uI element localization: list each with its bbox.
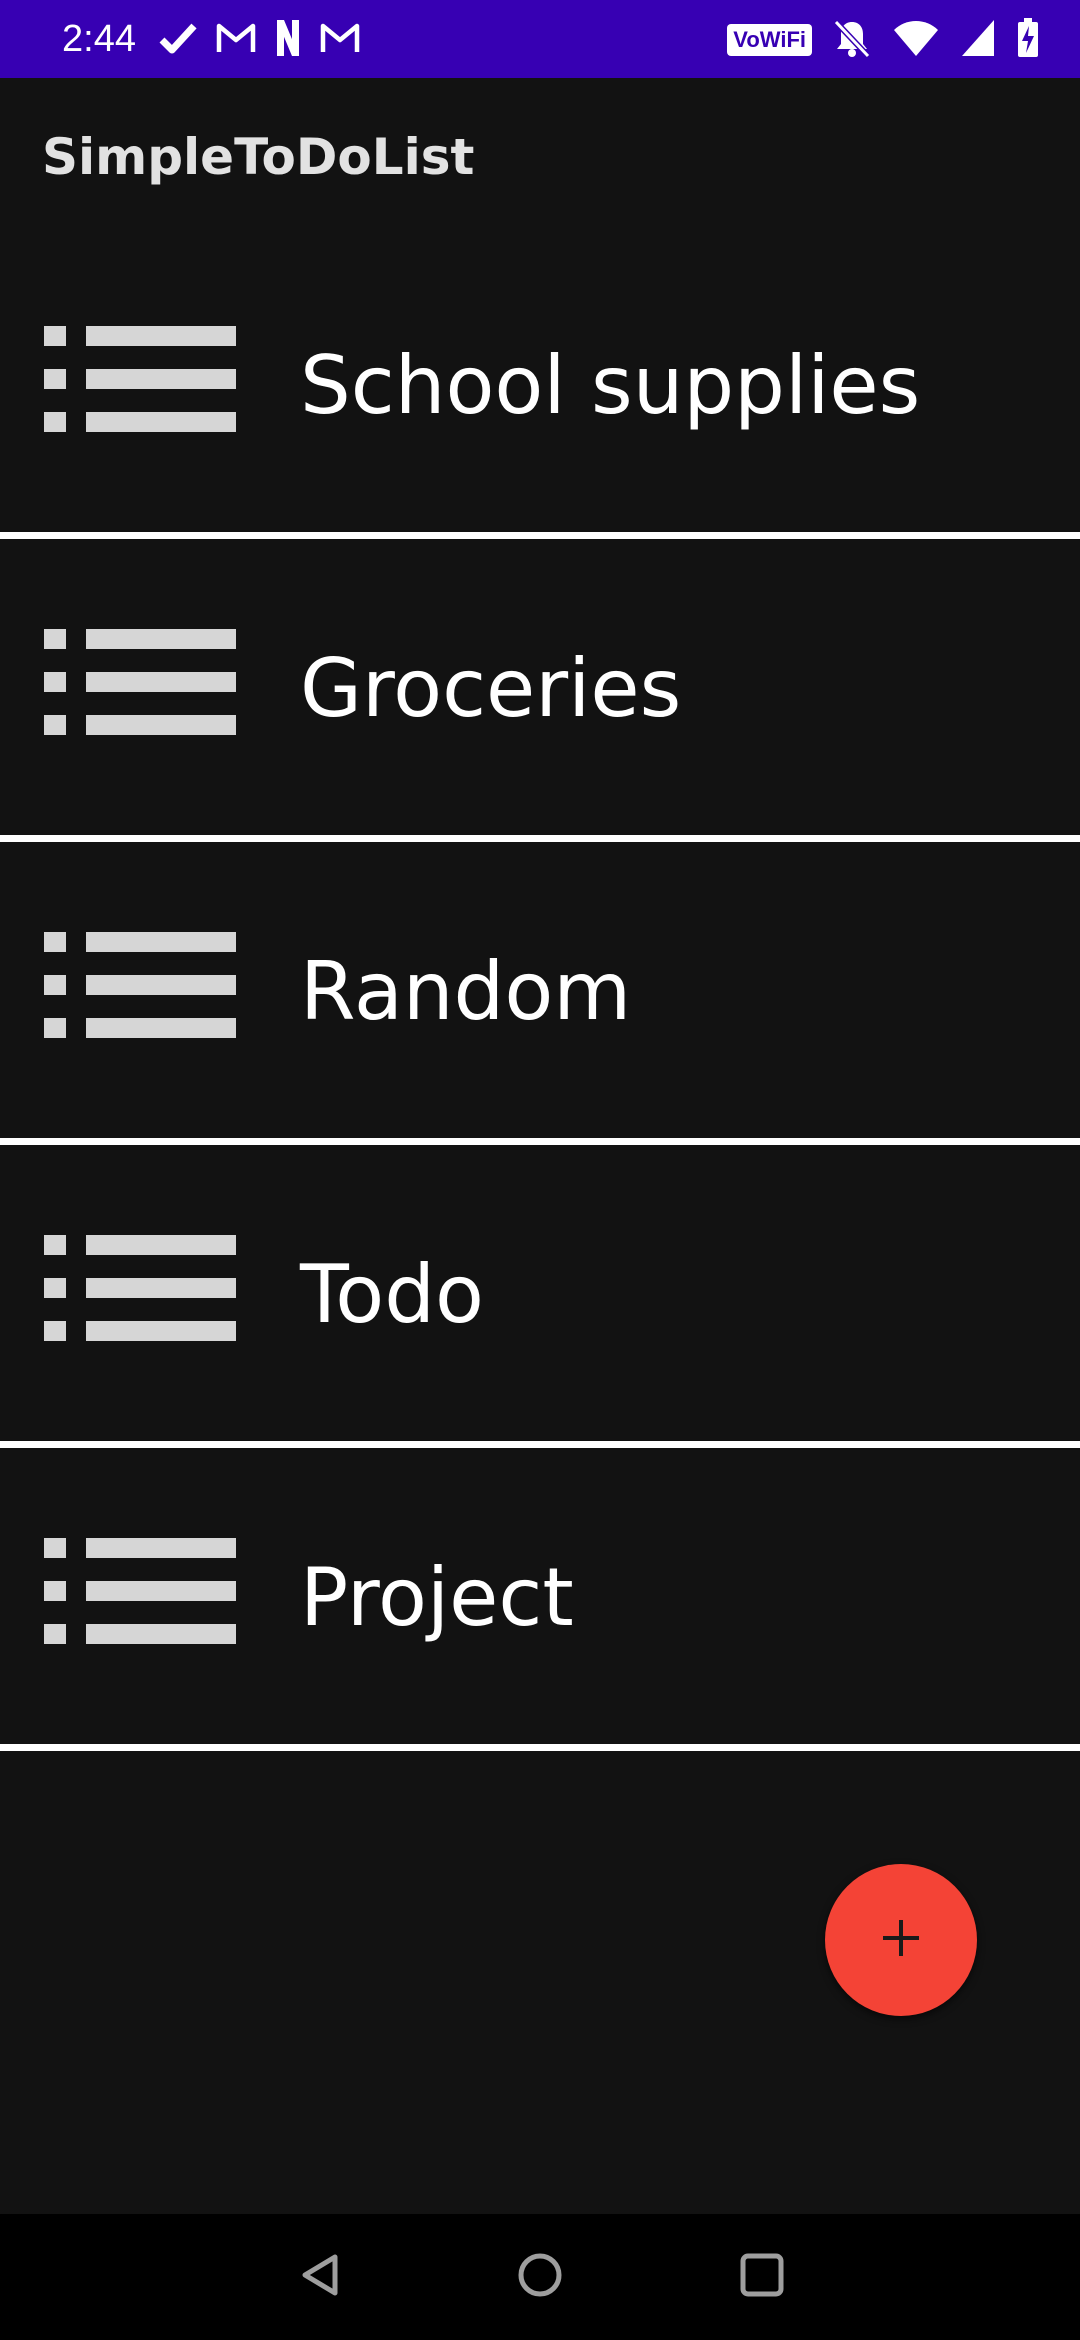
app-title: SimpleToDoList bbox=[42, 128, 475, 186]
back-button[interactable] bbox=[287, 2244, 353, 2310]
recents-button[interactable] bbox=[729, 2244, 795, 2310]
list-item-groceries[interactable]: Groceries bbox=[0, 539, 1080, 842]
status-bar: 2:44 VoWiFi bbox=[0, 0, 1080, 78]
list-item-label: Random bbox=[300, 945, 632, 1038]
notification-icons bbox=[158, 20, 360, 60]
status-time: 2:44 bbox=[62, 18, 136, 60]
list-icon bbox=[42, 1536, 238, 1646]
cell-signal-icon bbox=[960, 18, 996, 62]
list-icon bbox=[42, 627, 238, 737]
home-button[interactable] bbox=[507, 2244, 573, 2310]
app-bar: SimpleToDoList bbox=[0, 78, 1080, 236]
list-item-label: School supplies bbox=[300, 339, 921, 432]
list-item-school-supplies[interactable]: School supplies bbox=[0, 236, 1080, 539]
check-icon bbox=[158, 18, 198, 62]
add-list-button[interactable] bbox=[825, 1864, 977, 2016]
plus-icon bbox=[881, 1918, 921, 1962]
list-icon bbox=[42, 1233, 238, 1343]
list-item-random[interactable]: Random bbox=[0, 842, 1080, 1145]
todo-lists: School supplies Groceries Random Todo Pr… bbox=[0, 236, 1080, 1751]
navigation-bar bbox=[0, 2214, 1080, 2340]
netflix-icon bbox=[274, 18, 302, 62]
list-item-label: Todo bbox=[300, 1248, 484, 1341]
list-item-todo[interactable]: Todo bbox=[0, 1145, 1080, 1448]
system-icons: VoWiFi bbox=[727, 18, 1040, 62]
list-icon bbox=[42, 324, 238, 434]
battery-charging-icon bbox=[1016, 18, 1040, 62]
list-item-label: Project bbox=[300, 1551, 574, 1644]
home-icon bbox=[517, 2252, 563, 2302]
wifi-calling-badge: VoWiFi bbox=[727, 24, 812, 56]
bell-off-icon bbox=[832, 18, 872, 62]
gmail-icon bbox=[216, 21, 256, 59]
list-item-project[interactable]: Project bbox=[0, 1448, 1080, 1751]
back-icon bbox=[297, 2252, 343, 2302]
gmail-icon bbox=[320, 21, 360, 59]
list-item-label: Groceries bbox=[300, 642, 682, 735]
recents-icon bbox=[739, 2252, 785, 2302]
list-icon bbox=[42, 930, 238, 1040]
screen: 2:44 VoWiFi SimpleToDoList School suppli… bbox=[0, 0, 1080, 2340]
wifi-icon bbox=[892, 18, 940, 62]
